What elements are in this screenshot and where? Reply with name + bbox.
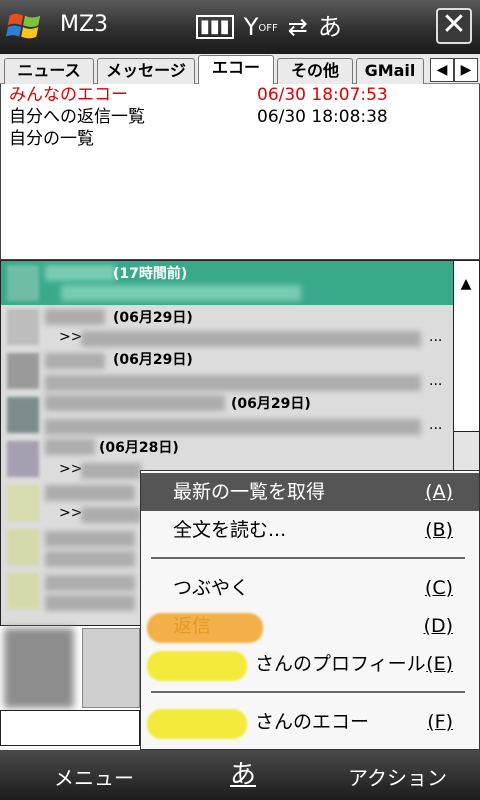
blurred-text	[61, 285, 301, 301]
blurred-name	[45, 575, 135, 591]
menu-separator	[151, 691, 465, 693]
title-bar: MZ3 ▮▮▮ YOFF ⇄ あ ✕	[0, 0, 480, 54]
menu-item-key: (F)	[427, 711, 453, 733]
blurred-name	[45, 439, 95, 455]
image-preview	[0, 626, 140, 748]
windows-start-icon[interactable]	[6, 8, 44, 46]
menu-item-label: 返信	[173, 615, 212, 637]
category-item[interactable]: 自分への返信一覧 06/30 18:08:38	[1, 106, 479, 128]
timeline-row[interactable]: (06月29日) ...	[1, 349, 453, 393]
category-label: 自分の一覧	[9, 129, 94, 149]
timeline-row[interactable]: (06月29日) >> ...	[1, 305, 453, 349]
signal-off-icon[interactable]: YOFF	[244, 10, 278, 44]
menu-item-read-full[interactable]: 全文を読む... (B)	[141, 511, 479, 549]
softkey-action[interactable]: アクション	[348, 762, 447, 791]
menu-item-key: (A)	[425, 481, 453, 503]
menu-item-label: 全文を読む...	[173, 519, 287, 541]
signal-glyph: Y	[243, 13, 259, 41]
blurred-text	[81, 507, 141, 523]
menu-item-label: さんのエコー	[255, 711, 370, 733]
timeline-row[interactable]: (17時間前)	[1, 261, 453, 305]
tab-bar: ニュース メッセージ エコー その他 GMail ◀ ▶	[0, 54, 480, 85]
avatar	[7, 485, 39, 521]
battery-icon[interactable]: ▮▮▮	[196, 15, 234, 39]
avatar	[7, 353, 39, 389]
timeline-date: (17時間前)	[113, 266, 188, 282]
redacted-name-blob	[147, 709, 247, 739]
reply-marker: >>	[59, 461, 83, 477]
menu-item-label: つぶやく	[173, 577, 250, 599]
blurred-name	[45, 353, 105, 369]
avatar	[7, 265, 39, 301]
input-mode-icon[interactable]: あ	[230, 754, 256, 791]
tab-news[interactable]: ニュース	[4, 58, 94, 84]
tab-echo[interactable]: エコー	[198, 55, 274, 85]
menu-item-refresh[interactable]: 最新の一覧を取得 (A)	[141, 473, 479, 511]
timeline-date: (06月29日)	[113, 352, 193, 368]
preview-panel	[0, 710, 140, 746]
reply-marker: >>	[59, 329, 83, 345]
ellipsis: ...	[429, 373, 443, 389]
blurred-text	[81, 463, 141, 479]
timeline-date: (06月29日)	[231, 396, 311, 412]
avatar	[7, 397, 39, 433]
menu-item-key: (D)	[423, 615, 453, 637]
avatar	[7, 441, 39, 477]
close-button[interactable]: ✕	[436, 8, 472, 44]
tab-scroll-left-button[interactable]: ◀	[430, 58, 454, 82]
blurred-text	[45, 419, 421, 435]
softkey-bar: メニュー あ アクション	[0, 750, 480, 800]
tab-gmail[interactable]: GMail	[356, 58, 424, 84]
category-list: みんなのエコー 06/30 18:07:53 自分への返信一覧 06/30 18…	[0, 84, 480, 260]
sync-icon[interactable]: ⇄	[288, 10, 308, 44]
category-date: 06/30 18:08:38	[257, 107, 388, 127]
blurred-text	[45, 375, 421, 391]
app-title: MZ3	[60, 12, 109, 37]
avatar	[7, 529, 39, 565]
category-label: みんなのエコー	[9, 85, 128, 105]
signal-off-label: OFF	[258, 23, 278, 34]
menu-item-tweet[interactable]: つぶやく (C)	[141, 569, 479, 607]
category-label: 自分への返信一覧	[9, 107, 145, 127]
blurred-name	[45, 531, 135, 547]
scroll-thumb[interactable]	[454, 431, 479, 471]
blurred-name	[45, 265, 115, 281]
scroll-up-icon[interactable]: ▲	[456, 269, 476, 299]
softkey-menu[interactable]: メニュー	[54, 762, 134, 791]
category-item[interactable]: 自分の一覧	[1, 128, 479, 150]
tab-messages[interactable]: メッセージ	[97, 58, 195, 84]
timeline-date: (06月29日)	[113, 310, 193, 326]
menu-item-profile[interactable]: さんのプロフィール (E)	[141, 645, 479, 683]
menu-item-user-echo[interactable]: さんのエコー (F)	[141, 703, 479, 741]
blurred-name	[45, 395, 225, 411]
menu-item-key: (C)	[424, 577, 453, 599]
context-menu: 最新の一覧を取得 (A) 全文を読む... (B) つぶやく (C) 返信 (D…	[140, 470, 480, 750]
ellipsis: ...	[429, 329, 443, 345]
menu-item-key: (E)	[426, 653, 453, 675]
preview-image	[82, 628, 140, 708]
tab-other[interactable]: その他	[277, 58, 353, 84]
avatar	[7, 309, 39, 345]
menu-item-label: 最新の一覧を取得	[173, 481, 326, 503]
menu-item-reply[interactable]: 返信 (D)	[141, 607, 479, 645]
category-item[interactable]: みんなのエコー 06/30 18:07:53	[1, 84, 479, 106]
avatar	[7, 573, 39, 609]
menu-item-key: (B)	[425, 519, 453, 541]
blurred-text	[45, 551, 135, 567]
timeline-date: (06月28日)	[99, 440, 179, 456]
timeline-row[interactable]: (06月29日) ...	[1, 393, 453, 437]
blurred-name	[45, 485, 135, 501]
blurred-name	[45, 309, 105, 325]
blurred-text	[45, 595, 135, 611]
preview-image	[4, 628, 74, 708]
menu-item-label: さんのプロフィール	[255, 653, 426, 675]
reply-marker: >>	[59, 505, 83, 521]
ime-icon[interactable]: あ	[318, 10, 342, 44]
menu-separator	[151, 557, 465, 559]
blurred-text	[81, 331, 421, 347]
tab-scroll-right-button[interactable]: ▶	[454, 58, 478, 82]
ellipsis: ...	[429, 417, 443, 433]
category-date: 06/30 18:07:53	[257, 85, 388, 105]
redacted-name-blob	[147, 651, 247, 681]
